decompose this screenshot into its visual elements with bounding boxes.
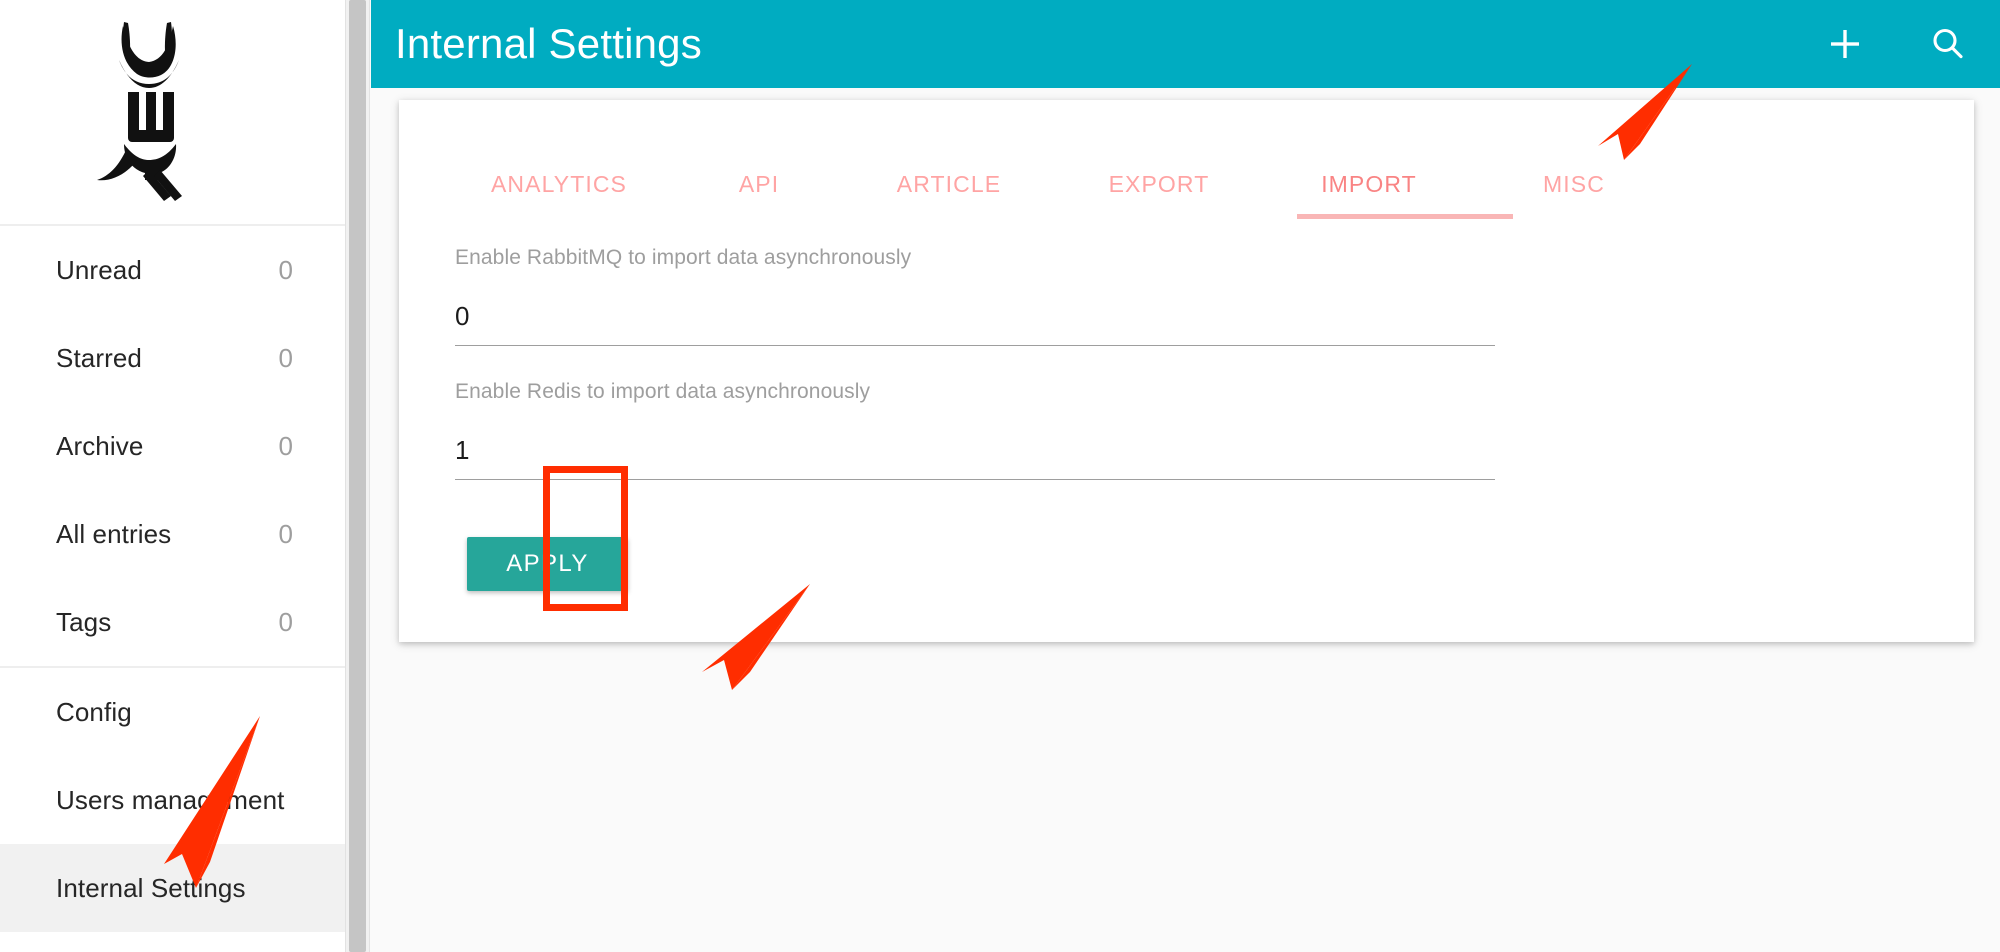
sidebar-item-count: 0	[278, 519, 293, 549]
field-value[interactable]: 0	[455, 298, 1495, 334]
main-content: Internal Settings ANALYTICS API ARTICLE	[371, 0, 2000, 952]
settings-card: ANALYTICS API ARTICLE EXPORT IMPORT MISC…	[399, 100, 1974, 642]
tab-label: EXPORT	[1108, 171, 1210, 197]
sidebar-item-count: 0	[278, 255, 293, 285]
sidebar-item-label: Tags	[56, 607, 112, 637]
sidebar-item-tags[interactable]: Tags 0	[0, 578, 345, 666]
logo-area	[0, 0, 345, 226]
wallabag-logo-icon	[97, 22, 182, 201]
sidebar-item-count: 0	[278, 343, 293, 373]
app-window: Unread 0 Starred 0 Archive 0 All entries…	[0, 0, 2000, 952]
search-icon[interactable]	[1928, 24, 1968, 64]
sidebar-item-unread[interactable]: Unread 0	[0, 226, 345, 314]
sidebar-item-label: All entries	[56, 519, 172, 549]
sidebar-item-label: Internal Settings	[56, 873, 246, 903]
tab-label: MISC	[1543, 171, 1605, 197]
page-title: Internal Settings	[395, 20, 702, 67]
sidebar-item-internal-settings[interactable]: Internal Settings	[0, 844, 345, 932]
sidebar-item-label: Archive	[56, 431, 144, 461]
tab-export[interactable]: EXPORT	[1059, 158, 1259, 210]
tab-article[interactable]: ARTICLE	[839, 158, 1059, 210]
tab-label: ARTICLE	[896, 171, 1002, 197]
apply-button[interactable]: APPLY	[467, 537, 628, 591]
sidebar-item-archive[interactable]: Archive 0	[0, 402, 345, 490]
field-underline	[455, 479, 1495, 480]
plus-icon[interactable]	[1825, 24, 1865, 64]
sidebar-item-config[interactable]: Config	[0, 668, 345, 756]
sidebar-item-count: 0	[278, 431, 293, 461]
sidebar-item-users-management[interactable]: Users management	[0, 756, 345, 844]
tab-label: IMPORT	[1321, 171, 1417, 197]
top-app-bar: Internal Settings	[371, 0, 2000, 88]
sidebar-item-all-entries[interactable]: All entries 0	[0, 490, 345, 578]
page-scrollbar[interactable]	[345, 0, 370, 952]
tab-api[interactable]: API	[679, 158, 839, 210]
field-value[interactable]: 1	[455, 432, 1495, 468]
field-underline	[455, 345, 1495, 346]
sidebar-item-label: Starred	[56, 343, 142, 373]
field-redis: Enable Redis to import data asynchronous…	[455, 380, 1495, 480]
tab-misc[interactable]: MISC	[1479, 158, 1669, 210]
tab-active-indicator	[1297, 214, 1513, 219]
sidebar-item-label: Unread	[56, 255, 142, 285]
tab-label: API	[738, 171, 780, 197]
sidebar-group-entries: Unread 0 Starred 0 Archive 0 All entries…	[0, 226, 345, 668]
sidebar-item-count: 0	[278, 607, 293, 637]
field-label: Enable Redis to import data asynchronous…	[455, 380, 871, 403]
tab-import[interactable]: IMPORT	[1259, 158, 1479, 210]
tab-analytics[interactable]: ANALYTICS	[439, 158, 679, 210]
sidebar-group-admin: Config Users management Internal Setting…	[0, 668, 345, 932]
field-rabbitmq: Enable RabbitMQ to import data asynchron…	[455, 246, 1495, 346]
sidebar: Unread 0 Starred 0 Archive 0 All entries…	[0, 0, 345, 952]
sidebar-item-label: Users management	[56, 785, 285, 815]
settings-tabs: ANALYTICS API ARTICLE EXPORT IMPORT MISC	[399, 158, 1974, 220]
sidebar-item-starred[interactable]: Starred 0	[0, 314, 345, 402]
tab-label: ANALYTICS	[490, 171, 627, 197]
page-scrollbar-thumb[interactable]	[349, 0, 366, 952]
field-label: Enable RabbitMQ to import data asynchron…	[455, 246, 912, 269]
sidebar-item-label: Config	[56, 697, 132, 727]
